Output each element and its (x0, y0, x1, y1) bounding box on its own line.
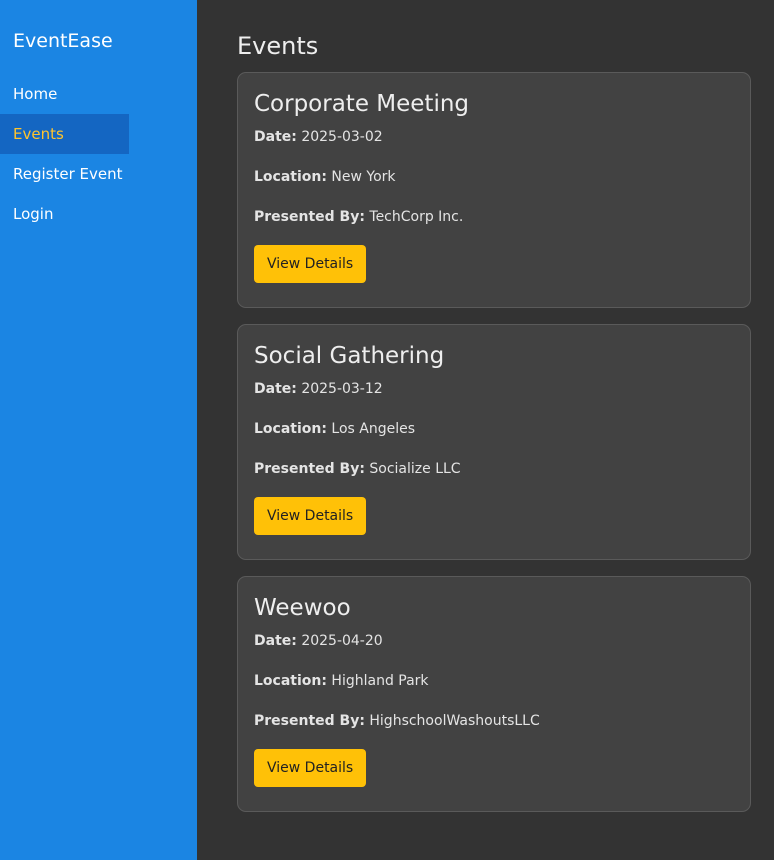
app-root: EventEase Home Events Register Event Log… (0, 0, 774, 860)
event-card: Corporate Meeting Date: 2025-03-02 Locat… (237, 72, 751, 308)
location-value: Highland Park (331, 673, 429, 689)
page-title: Events (237, 32, 319, 60)
event-card: Weewoo Date: 2025-04-20 Location: Highla… (237, 576, 751, 812)
brand-logo-text[interactable]: EventEase (0, 30, 197, 52)
sidebar-item-register-event[interactable]: Register Event (0, 154, 129, 194)
presenter-label: Presented By: (254, 209, 365, 225)
presenter-label: Presented By: (254, 713, 365, 729)
location-label: Location: (254, 421, 327, 437)
presenter-value: Socialize LLC (369, 461, 461, 477)
sidebar-item-login[interactable]: Login (0, 194, 129, 234)
event-date: Date: 2025-03-02 (254, 129, 734, 147)
event-date: Date: 2025-03-12 (254, 381, 734, 399)
location-value: Los Angeles (331, 421, 416, 437)
sidebar: EventEase Home Events Register Event Log… (0, 0, 197, 860)
presenter-value: HighschoolWashoutsLLC (369, 713, 540, 729)
event-card: Social Gathering Date: 2025-03-12 Locati… (237, 324, 751, 560)
event-location: Location: Highland Park (254, 673, 734, 691)
location-value: New York (331, 169, 396, 185)
event-date: Date: 2025-04-20 (254, 633, 734, 651)
presenter-label: Presented By: (254, 461, 365, 477)
event-presenter: Presented By: HighschoolWashoutsLLC (254, 713, 734, 731)
view-details-button[interactable]: View Details (254, 749, 367, 787)
event-location: Location: Los Angeles (254, 421, 734, 439)
date-label: Date: (254, 633, 297, 649)
presenter-value: TechCorp Inc. (369, 209, 464, 225)
event-presenter: Presented By: TechCorp Inc. (254, 209, 734, 227)
sidebar-item-events[interactable]: Events (0, 114, 129, 154)
location-label: Location: (254, 673, 327, 689)
date-value: 2025-03-12 (301, 381, 383, 397)
sidebar-item-home[interactable]: Home (0, 74, 129, 114)
view-details-button[interactable]: View Details (254, 245, 367, 283)
event-title: Corporate Meeting (254, 91, 470, 117)
main-content: Events Corporate Meeting Date: 2025-03-0… (197, 0, 774, 860)
event-title: Weewoo (254, 595, 351, 621)
date-value: 2025-03-02 (301, 129, 383, 145)
location-label: Location: (254, 169, 327, 185)
event-location: Location: New York (254, 169, 734, 187)
event-presenter: Presented By: Socialize LLC (254, 461, 734, 479)
view-details-button[interactable]: View Details (254, 497, 367, 535)
date-label: Date: (254, 129, 297, 145)
date-label: Date: (254, 381, 297, 397)
date-value: 2025-04-20 (301, 633, 383, 649)
event-title: Social Gathering (254, 343, 445, 369)
